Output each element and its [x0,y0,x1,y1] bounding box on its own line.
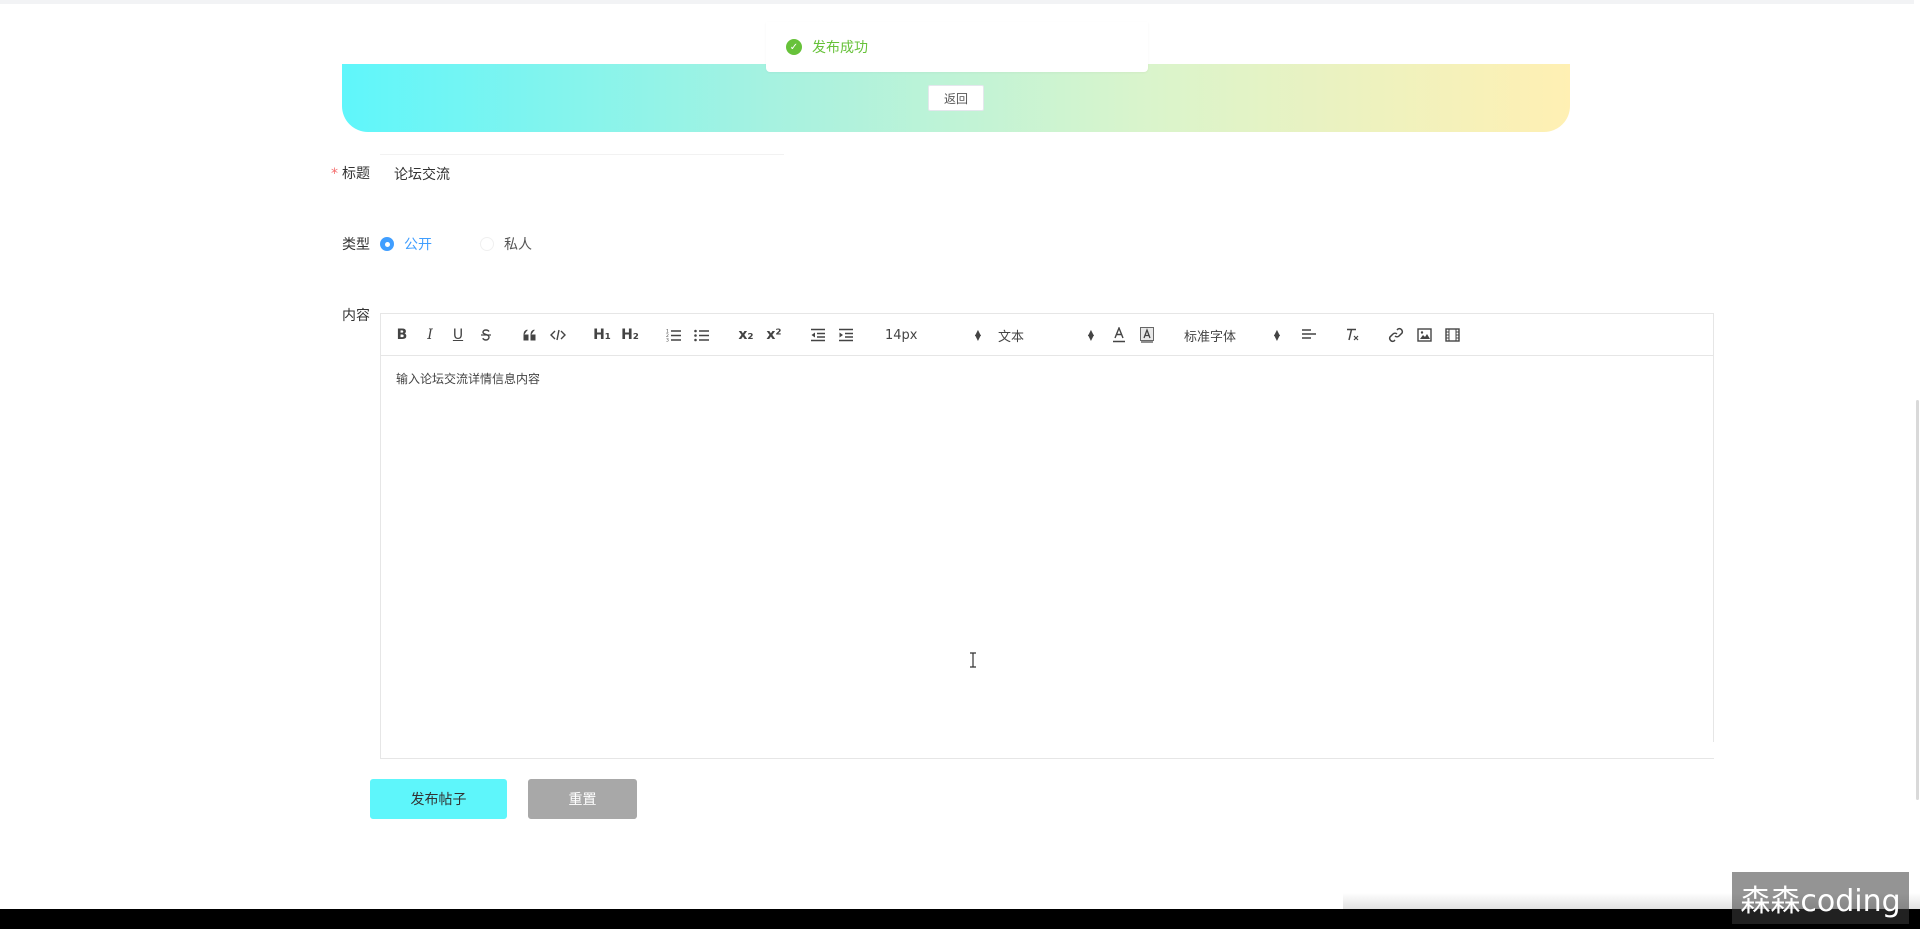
bullet-list-button[interactable] [693,326,711,344]
indent-button[interactable] [837,326,855,344]
bold-icon: B [396,327,408,343]
select-arrows-icon: ▲ ▼ [974,328,981,342]
outdent-icon [811,328,825,342]
font-family-select[interactable]: 标准字体 ▲ ▼ [1184,326,1280,345]
link-icon [1388,327,1404,343]
publish-button[interactable]: 发布帖子 [370,779,507,819]
subscript-button[interactable]: x₂ [737,326,755,344]
text-cursor-icon [970,652,976,668]
title-label: * 标题 [312,163,370,183]
clear-format-icon [1347,328,1359,341]
link-button[interactable] [1387,326,1405,344]
check-circle-icon: ✓ [786,39,802,55]
blockquote-button[interactable] [521,326,539,344]
code-block-button[interactable] [549,326,567,344]
ordered-list-icon: 123 [666,329,681,343]
outdent-button[interactable] [809,326,827,344]
align-button[interactable] [1300,326,1318,344]
underline-button[interactable]: U [449,326,467,344]
type-label: 类型 [342,237,370,253]
success-toast: ✓ 发布成功 [766,22,1148,72]
radio-public[interactable]: 公开 [380,234,432,254]
indent-icon [839,328,853,342]
radio-public-label: 公开 [404,237,432,253]
h1-button[interactable]: H₁ [593,326,611,344]
ordered-list-button[interactable]: 123 [665,326,683,344]
title-input[interactable] [380,154,784,192]
radio-public-dot [380,237,394,251]
radio-private-label: 私人 [504,237,532,253]
h2-button[interactable]: H₂ [621,326,639,344]
italic-icon: I [427,327,433,343]
watermark: 森森coding [1732,872,1909,924]
code-block-icon [550,329,566,341]
h2-icon: H₂ [621,327,639,343]
subscript-icon: x₂ [738,327,754,343]
align-icon [1302,329,1316,339]
bold-button[interactable]: B [393,326,411,344]
title-label-text: 标题 [342,166,370,182]
video-icon [1444,328,1460,342]
italic-button[interactable]: I [421,326,439,344]
font-family-value: 标准字体 [1184,329,1237,345]
top-divider [0,0,1920,4]
back-button[interactable]: 返回 [928,85,984,111]
font-size-select[interactable]: 14px ▲ ▼ [885,326,981,344]
font-size-value: 14px [885,327,918,343]
background-color-icon [1140,327,1154,343]
clear-format-button[interactable] [1343,326,1361,344]
strike-icon [481,329,491,341]
header-value: 文本 [998,329,1025,345]
bottom-bar [0,909,1920,929]
editor-bottom-mask [1343,742,1715,758]
font-color-button[interactable] [1110,326,1128,344]
radio-private-dot [480,237,494,251]
image-button[interactable] [1415,326,1433,344]
type-radio-group: 公开 私人 [380,234,580,254]
bullet-list-icon [694,329,709,342]
strike-button[interactable] [477,326,495,344]
blockquote-icon [523,329,536,341]
underline-icon: U [452,327,464,343]
select-arrows-icon: ▲ ▼ [1273,328,1280,342]
reset-button[interactable]: 重置 [528,779,637,819]
video-button[interactable] [1443,326,1461,344]
editor-toolbar: B I U H₁ H₂ 123 x₂ x² 14px ▲ ▼ 文本 ▲ ▼ 标准… [381,314,1713,356]
font-color-icon [1113,327,1125,343]
toast-message: 发布成功 [812,40,868,56]
header-select[interactable]: 文本 ▲ ▼ [998,326,1094,345]
required-mark: * [331,166,338,182]
h1-icon: H₁ [593,327,611,343]
image-icon [1416,328,1432,342]
editor-placeholder: 输入论坛交流详情信息内容 [396,372,541,386]
scrollbar-thumb[interactable] [1916,400,1919,800]
content-label: 内容 [342,308,370,324]
rich-text-editor: B I U H₁ H₂ 123 x₂ x² 14px ▲ ▼ 文本 ▲ ▼ 标准… [380,313,1714,759]
select-arrows-icon: ▲ ▼ [1087,328,1094,342]
background-color-button[interactable] [1138,326,1156,344]
editor-content-area[interactable]: 输入论坛交流详情信息内容 [381,356,1713,758]
radio-private[interactable]: 私人 [480,234,532,254]
superscript-button[interactable]: x² [765,326,783,344]
svg-text:3: 3 [666,338,669,343]
superscript-icon: x² [766,327,782,343]
